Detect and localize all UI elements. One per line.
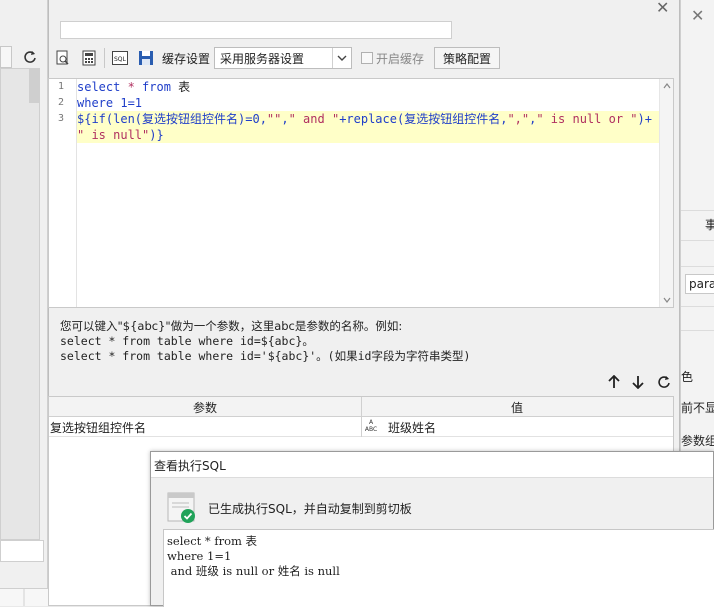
column-header-value: 值 xyxy=(511,401,524,415)
line-number: 2 xyxy=(57,97,64,108)
save-icon[interactable] xyxy=(136,48,156,68)
strategy-config-button[interactable]: 策略配置 xyxy=(434,47,500,69)
line-number: 3 xyxy=(57,113,64,124)
move-up-icon[interactable] xyxy=(604,372,624,392)
column-divider xyxy=(361,397,362,437)
editor-scrollbar[interactable] xyxy=(659,79,673,307)
left-scrollbar-thumb[interactable] xyxy=(29,69,39,103)
code-line-highlighted: " is null")} xyxy=(77,127,659,143)
param-name-cell: 复选按钮组控件名 xyxy=(50,421,147,435)
generated-sql-text[interactable]: select * from 表 where 1=1 and 班级 is null … xyxy=(163,529,714,607)
preview-icon[interactable] xyxy=(53,48,73,68)
sql-editor[interactable]: 1 2 3 select * from 表 where 1=1 ${if(len… xyxy=(48,78,674,308)
code-line: select * from 表 xyxy=(77,80,191,94)
sql-line: and 班级 is null or 姓名 is null xyxy=(167,564,340,578)
dialog-titlebar: 查看执行SQL xyxy=(151,452,713,478)
line-number-gutter: 1 2 3 xyxy=(49,79,77,307)
cache-settings-label: 缓存设置 xyxy=(162,52,211,66)
left-footer-field xyxy=(0,540,44,562)
line-number: 1 xyxy=(57,81,64,92)
refresh-icon[interactable] xyxy=(654,372,674,392)
right-panel-text: 色 xyxy=(681,370,694,384)
svg-text:SQL: SQL xyxy=(114,56,127,63)
right-panel-text: 参数组 xyxy=(681,434,714,448)
type-text-icon[interactable]: A ABC xyxy=(362,419,380,433)
left-back-button[interactable] xyxy=(0,46,12,68)
cache-mode-select[interactable]: 采用服务器设置 xyxy=(214,47,352,69)
sql-line: select * from 表 xyxy=(167,534,258,548)
hint-line: select * from table where id='${abc}'。(如… xyxy=(60,349,471,363)
refresh-icon[interactable] xyxy=(19,46,41,68)
right-panel-text: 前不显 xyxy=(681,401,714,415)
move-down-icon[interactable] xyxy=(628,372,648,392)
sql-line: where 1=1 xyxy=(167,549,232,563)
chevron-down-icon[interactable] xyxy=(663,297,671,303)
enable-cache-checkbox[interactable] xyxy=(361,52,373,64)
chevron-up-icon[interactable] xyxy=(663,83,671,89)
right-panel-input[interactable]: para xyxy=(685,274,714,294)
cache-mode-value: 采用服务器设置 xyxy=(220,51,305,66)
dataset-name-field[interactable] xyxy=(60,21,452,39)
success-icon xyxy=(167,492,197,524)
execute-sql-dialog: 查看执行SQL 已生成执行SQL，并自动复制到剪切板 select * from… xyxy=(150,451,714,607)
dialog-message: 已生成执行SQL，并自动复制到剪切板 xyxy=(208,502,412,516)
chevron-down-icon[interactable] xyxy=(332,48,351,68)
param-value-cell[interactable]: 班级姓名 xyxy=(388,419,436,436)
left-list-panel[interactable] xyxy=(0,68,40,540)
column-header-param: 参数 xyxy=(193,401,218,415)
right-panel-text: 事 xyxy=(705,218,714,232)
calculator-icon[interactable] xyxy=(79,48,99,68)
close-icon[interactable]: ✕ xyxy=(691,6,704,25)
close-icon[interactable]: ✕ xyxy=(656,0,669,17)
code-line: where 1=1 xyxy=(77,96,143,110)
parameter-hint: 您可以键入"${abc}"做为一个参数，这里abc是参数的名称。例如: sele… xyxy=(60,319,660,364)
hint-line: select * from table where id=${abc}。 xyxy=(60,334,314,348)
hint-line: 您可以键入"${abc}"做为一个参数，这里abc是参数的名称。例如: xyxy=(60,319,403,333)
dialog-title: 查看执行SQL xyxy=(154,459,226,473)
enable-cache-label: 开启缓存 xyxy=(376,52,425,66)
code-line-highlighted: ${if(len(复选按钮组控件名)=0,""," and "+replace(… xyxy=(77,111,659,127)
sql-icon[interactable]: SQL xyxy=(110,48,130,68)
